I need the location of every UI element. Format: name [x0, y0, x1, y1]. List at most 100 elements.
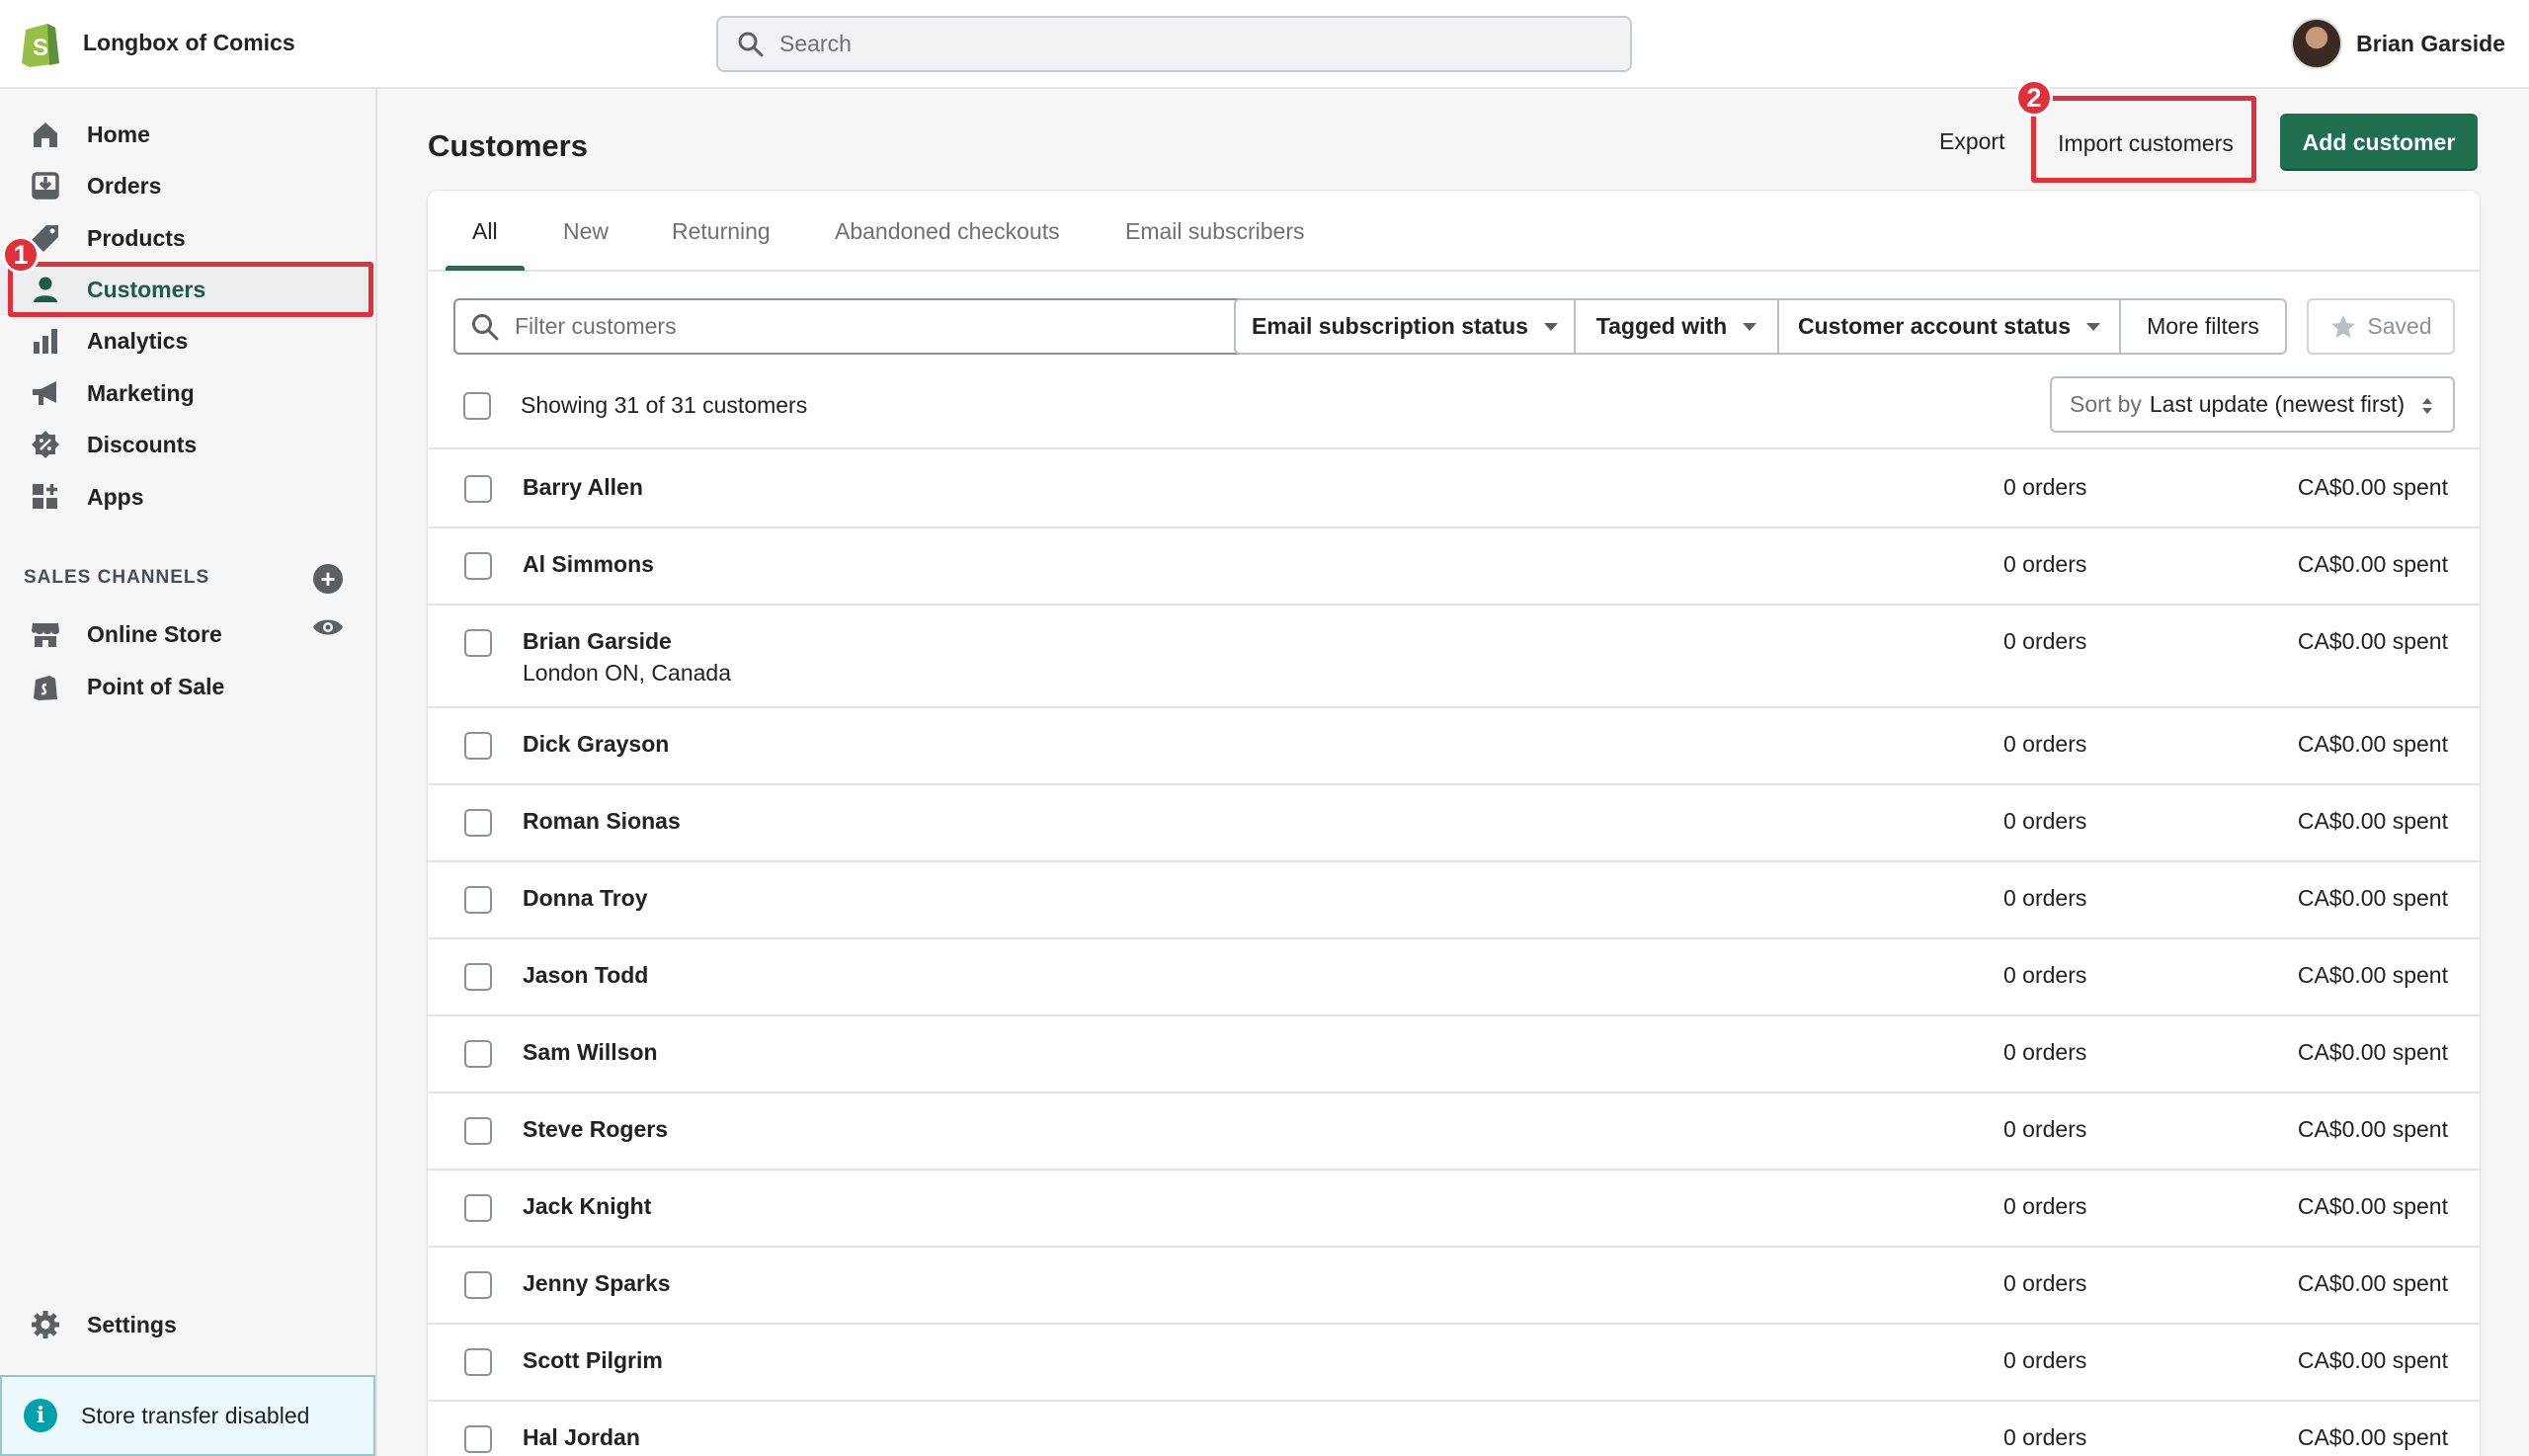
- tab-abandoned-checkouts[interactable]: Abandoned checkouts: [835, 218, 1060, 245]
- customer-name[interactable]: Al Simmons: [523, 551, 654, 578]
- add-sales-channel-icon[interactable]: +: [313, 564, 343, 594]
- avatar: [2291, 18, 2343, 69]
- tagged-with-filter[interactable]: Tagged with: [1574, 298, 1779, 355]
- sidebar-item-marketing[interactable]: Marketing: [0, 367, 375, 419]
- customer-row[interactable]: Steve Rogers 0 orders CA$0.00 spent: [428, 1093, 2480, 1171]
- customer-row[interactable]: Dick Grayson 0 orders CA$0.00 spent: [428, 708, 2480, 785]
- sidebar-item-label: Discounts: [87, 431, 198, 457]
- user-menu[interactable]: Brian Garside: [2291, 18, 2505, 69]
- customer-name[interactable]: Donna Troy: [523, 885, 648, 912]
- customer-row[interactable]: Al Simmons 0 orders CA$0.00 spent: [428, 528, 2480, 606]
- sort-value: Last update (newest first): [2149, 391, 2406, 417]
- customer-row[interactable]: Scott Pilgrim 0 orders CA$0.00 spent: [428, 1325, 2480, 1402]
- sidebar-item-orders[interactable]: Orders: [0, 160, 375, 211]
- row-checkbox[interactable]: [464, 1271, 492, 1299]
- customer-name[interactable]: Hal Jordan: [523, 1424, 640, 1451]
- customer-account-status-filter[interactable]: Customer account status: [1777, 298, 2121, 355]
- customer-location: London ON, Canada: [523, 660, 731, 686]
- more-filters-button[interactable]: More filters: [2119, 298, 2287, 355]
- customer-spent: CA$0.00 spent: [2297, 731, 2448, 757]
- customer-name[interactable]: Jason Todd: [523, 962, 648, 989]
- row-checkbox[interactable]: [464, 475, 492, 503]
- showing-count: Showing 31 of 31 customers: [521, 392, 808, 418]
- customer-spent: CA$0.00 spent: [2297, 1193, 2448, 1219]
- sidebar-item-settings[interactable]: Settings: [0, 1299, 375, 1350]
- customer-name[interactable]: Roman Sionas: [523, 808, 681, 835]
- store-name[interactable]: Longbox of Comics: [83, 30, 295, 56]
- sidebar-item-apps[interactable]: Apps: [0, 471, 375, 523]
- email-subscription-status-filter[interactable]: Email subscription status: [1234, 298, 1576, 355]
- tab-returning[interactable]: Returning: [672, 218, 771, 245]
- store-transfer-text: Store transfer disabled: [81, 1402, 310, 1428]
- filter-customers-input[interactable]: Filter customers: [453, 298, 1254, 355]
- customer-name[interactable]: Jenny Sparks: [523, 1270, 671, 1297]
- bar-chart-icon: [30, 325, 61, 357]
- row-checkbox[interactable]: [464, 1194, 492, 1222]
- customer-row[interactable]: Jason Todd 0 orders CA$0.00 spent: [428, 939, 2480, 1016]
- tab-new[interactable]: New: [563, 218, 609, 245]
- sidebar-item-point-of-sale[interactable]: Point of Sale: [0, 661, 375, 712]
- row-checkbox[interactable]: [464, 629, 492, 657]
- customer-row[interactable]: Barry Allen 0 orders CA$0.00 spent: [428, 451, 2480, 528]
- row-checkbox[interactable]: [464, 1117, 492, 1145]
- store-transfer-notice: i Store transfer disabled: [0, 1375, 375, 1456]
- customer-name[interactable]: Brian Garside: [523, 628, 672, 655]
- row-checkbox[interactable]: [464, 963, 492, 991]
- customer-row[interactable]: Hal Jordan 0 orders CA$0.00 spent: [428, 1402, 2480, 1456]
- filter-label: Customer account status: [1797, 313, 2072, 339]
- customer-name[interactable]: Dick Grayson: [523, 731, 669, 758]
- customer-name[interactable]: Jack Knight: [523, 1193, 651, 1220]
- caret-down-icon: [2086, 322, 2101, 331]
- customer-row[interactable]: Donna Troy 0 orders CA$0.00 spent: [428, 862, 2480, 939]
- tab-email-subscribers[interactable]: Email subscribers: [1125, 218, 1305, 245]
- view-online-store-eye-icon[interactable]: [311, 615, 345, 639]
- row-checkbox[interactable]: [464, 1425, 492, 1453]
- row-checkbox[interactable]: [464, 732, 492, 760]
- add-customer-button[interactable]: Add customer: [2280, 114, 2478, 171]
- select-all-checkbox[interactable]: [463, 392, 491, 420]
- row-checkbox[interactable]: [464, 1348, 492, 1376]
- tab-all[interactable]: All: [472, 218, 498, 245]
- shopify-logo-icon[interactable]: S: [20, 20, 61, 67]
- customer-orders: 0 orders: [2003, 1270, 2087, 1296]
- page-title: Customers: [428, 128, 588, 163]
- filter-placeholder: Filter customers: [515, 313, 677, 339]
- top-bar: S Longbox of Comics Search Brian Garside: [0, 0, 2529, 89]
- sidebar-item-products[interactable]: Products: [0, 212, 375, 264]
- customer-spent: CA$0.00 spent: [2297, 1116, 2448, 1142]
- customer-spent: CA$0.00 spent: [2297, 1347, 2448, 1373]
- filter-label: Email subscription status: [1252, 313, 1528, 339]
- saved-label: Saved: [2367, 313, 2432, 339]
- export-button[interactable]: Export: [1939, 128, 2004, 155]
- sidebar-item-analytics[interactable]: Analytics: [0, 315, 375, 366]
- customer-row[interactable]: Sam Willson 0 orders CA$0.00 spent: [428, 1016, 2480, 1093]
- customer-orders: 0 orders: [2003, 551, 2087, 577]
- customer-row[interactable]: Jack Knight 0 orders CA$0.00 spent: [428, 1171, 2480, 1248]
- customer-orders: 0 orders: [2003, 1424, 2087, 1450]
- customer-orders: 0 orders: [2003, 885, 2087, 911]
- row-checkbox[interactable]: [464, 1040, 492, 1068]
- sales-channels-heading: SALES CHANNELS: [24, 567, 210, 588]
- customer-name[interactable]: Scott Pilgrim: [523, 1347, 663, 1374]
- customer-orders: 0 orders: [2003, 1347, 2087, 1373]
- tab-bar: All New Returning Abandoned checkouts Em…: [428, 191, 2480, 272]
- customer-row[interactable]: Roman Sionas 0 orders CA$0.00 spent: [428, 785, 2480, 862]
- search-input[interactable]: Search: [716, 16, 1632, 72]
- customer-orders: 0 orders: [2003, 1116, 2087, 1142]
- customer-spent: CA$0.00 spent: [2297, 474, 2448, 500]
- sidebar-item-discounts[interactable]: Discounts: [0, 419, 375, 470]
- customer-name[interactable]: Sam Willson: [523, 1039, 658, 1066]
- customer-spent: CA$0.00 spent: [2297, 1270, 2448, 1296]
- row-checkbox[interactable]: [464, 809, 492, 837]
- customer-row[interactable]: Jenny Sparks 0 orders CA$0.00 spent: [428, 1248, 2480, 1325]
- sort-select[interactable]: Sort by Last update (newest first): [2050, 376, 2455, 433]
- customer-name[interactable]: Steve Rogers: [523, 1116, 668, 1143]
- row-checkbox[interactable]: [464, 886, 492, 914]
- sidebar-item-label: Orders: [87, 172, 162, 199]
- sidebar-item-home[interactable]: Home: [0, 109, 375, 160]
- customer-row[interactable]: Brian Garside London ON, Canada 0 orders CA…: [428, 606, 2480, 708]
- sidebar-item-label: Products: [87, 224, 186, 251]
- row-checkbox[interactable]: [464, 552, 492, 580]
- customer-name[interactable]: Barry Allen: [523, 474, 643, 501]
- saved-button[interactable]: Saved: [2307, 298, 2455, 355]
